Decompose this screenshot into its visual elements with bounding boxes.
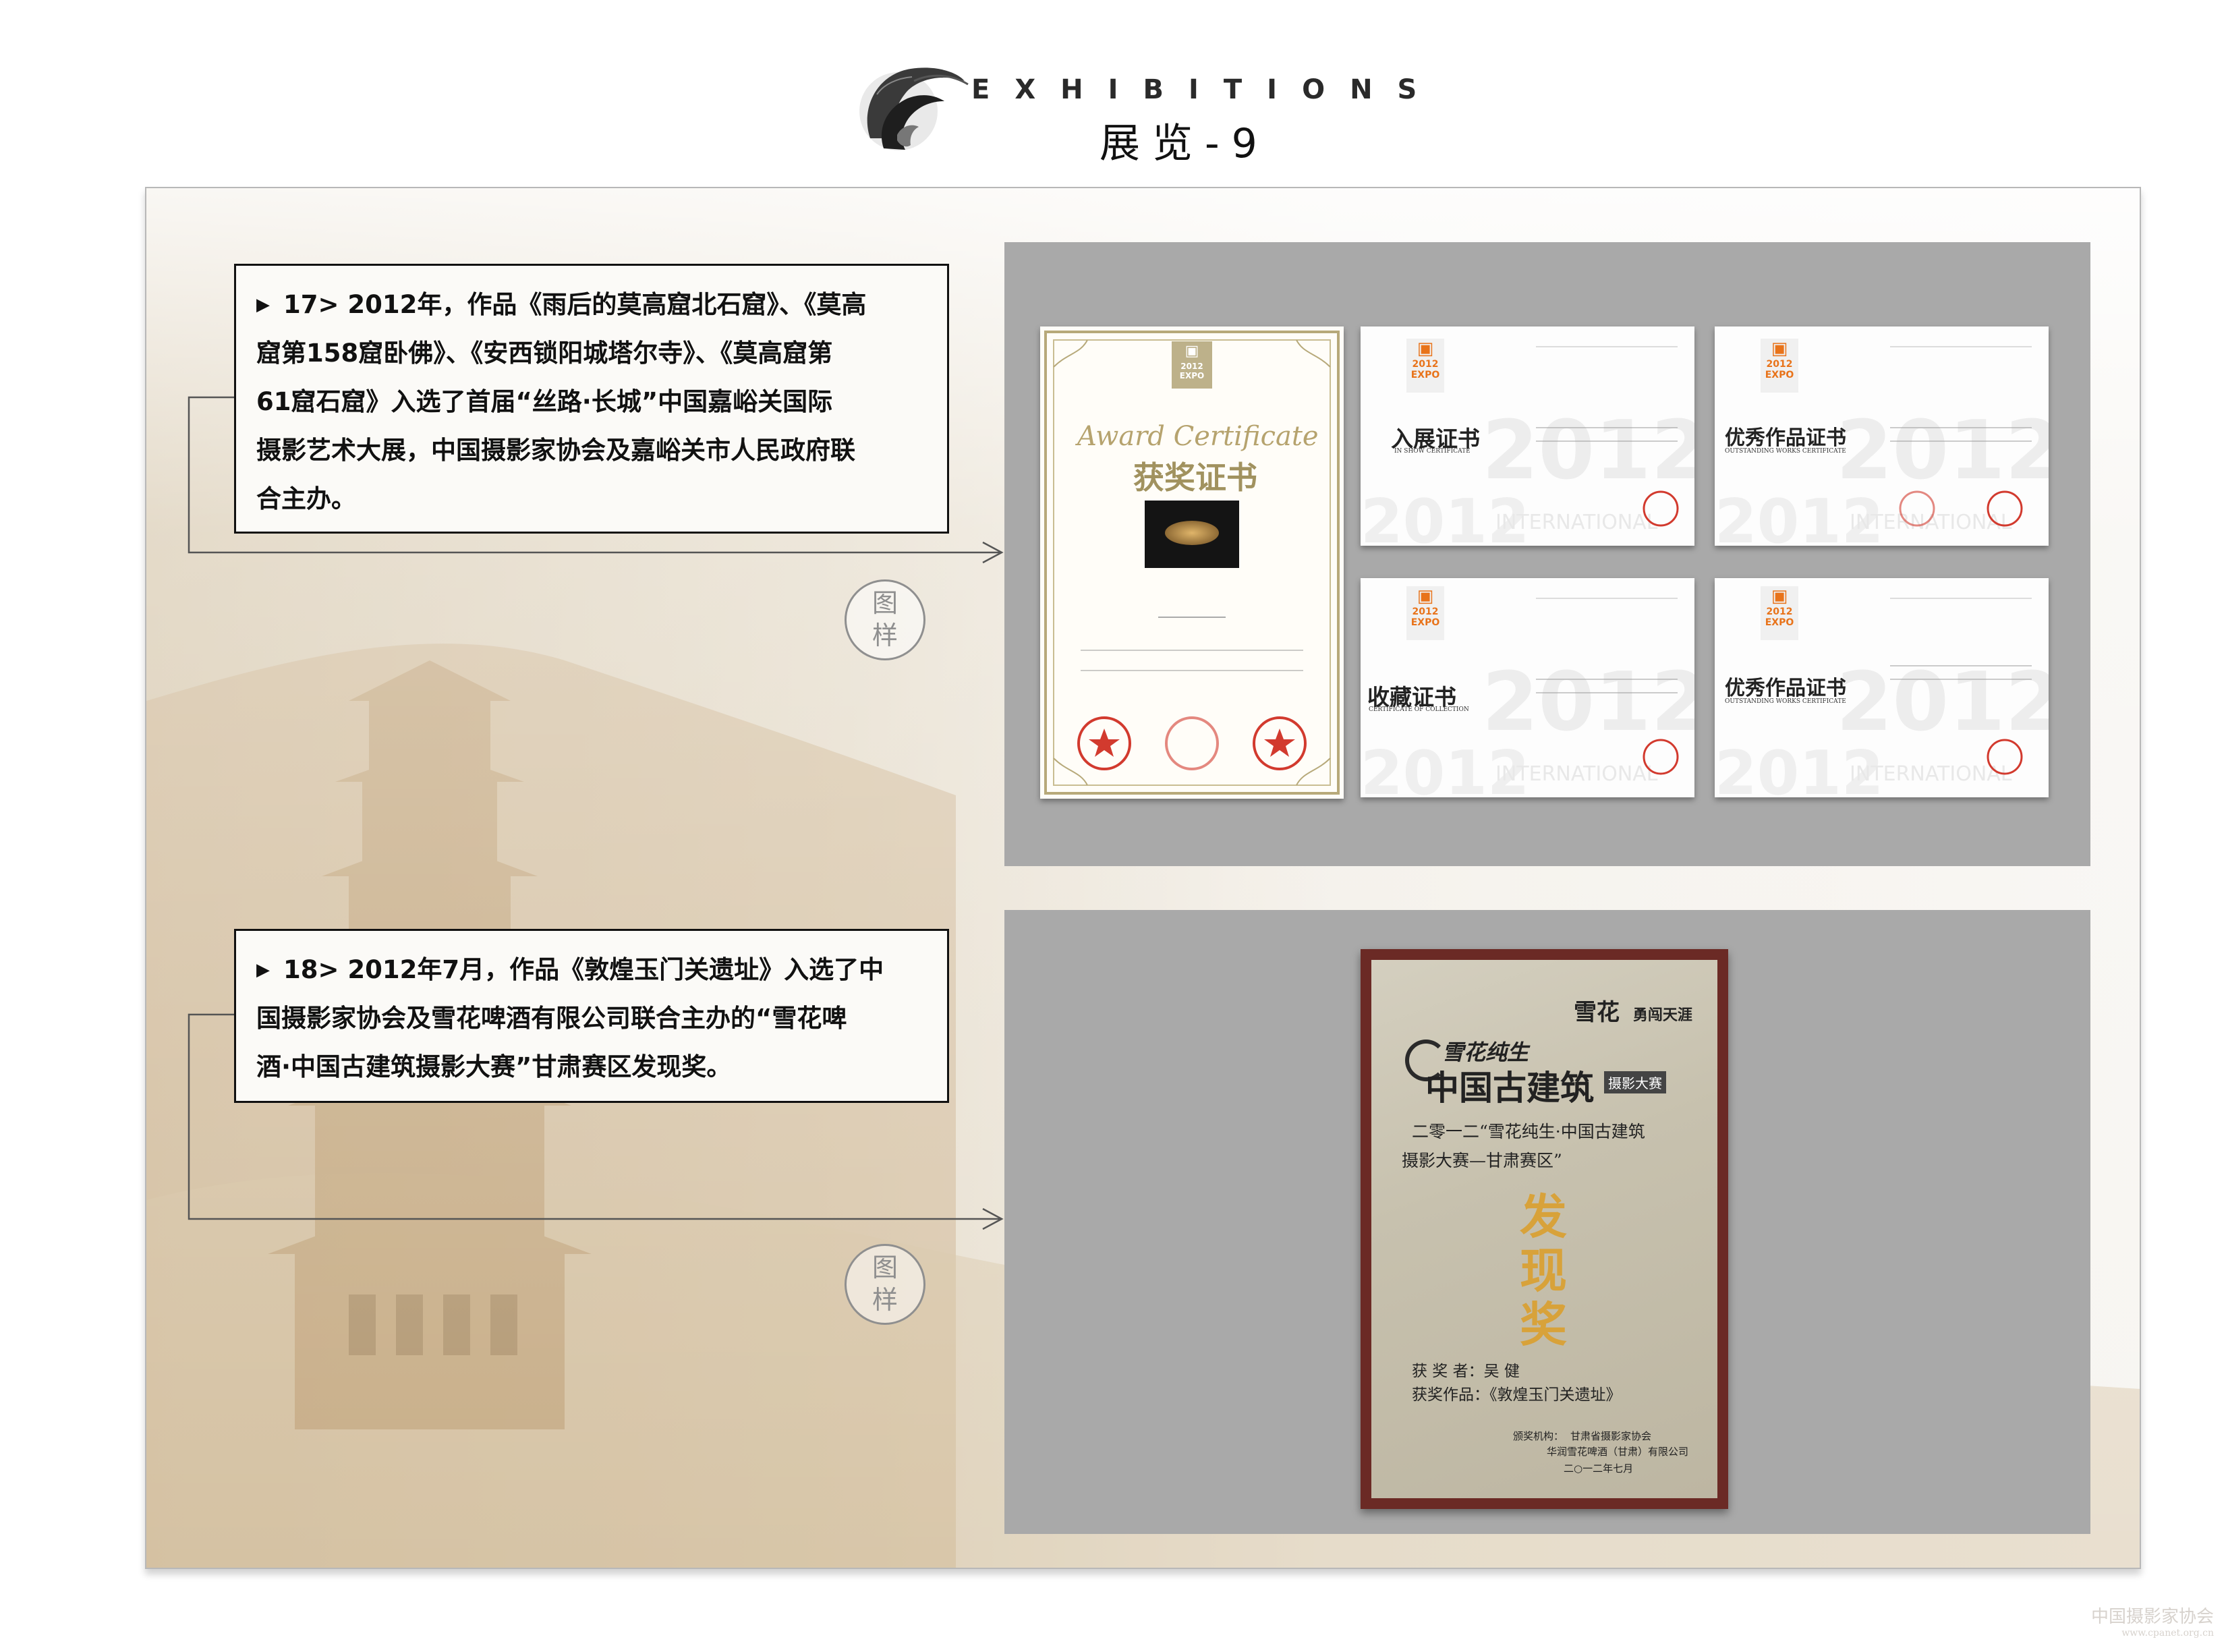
item-line: 国摄影家协会及雪花啤酒有限公司联合主办的“雪花啤 [256, 1004, 847, 1033]
item-line: 酒·中国古建筑摄影大赛”甘肃赛区发现奖。 [256, 1052, 732, 1081]
stamp-char: 图 [872, 1253, 898, 1282]
expo-year: 2012 [1766, 606, 1793, 617]
expo-logo: ▣ 2012 EXPO [1761, 586, 1798, 640]
bg-year: 2012 [1482, 404, 1694, 498]
expo-year: 2012 [1412, 359, 1439, 370]
sample-stamp-1: 图 样 [845, 579, 925, 660]
plaque-line-1: 二零一二“雪花纯生·中国古建筑 [1412, 1122, 1645, 1141]
svg-text:INTERNATIONAL: INTERNATIONAL [1495, 511, 1658, 534]
site-watermark: 中国摄影家协会 www.cpanet.org.cn [2091, 1603, 2214, 1639]
svg-text:2012: 2012 [1836, 404, 2049, 498]
cert-title: 优秀作品证书 [1725, 677, 1846, 700]
plaque-line-2: 摄影大赛—甘肃赛区” [1402, 1151, 1562, 1170]
item-line: 窟第158窟卧佛》、《安西锁阳城塔尔寺》、《莫高窟第 [256, 339, 833, 368]
bullet-triangle-icon: ▶ [256, 960, 270, 980]
certificate-outstanding-2: 2012 2012 INTERNATIONAL ▣ 2012 EXPO 优秀作品… [1715, 578, 2049, 797]
cert-subtitle: IN SHOW CERTIFICATE [1394, 448, 1471, 455]
item-line: ▶ 17> 2012年，作品《雨后的莫高窟北石窟》、《莫高 [256, 290, 867, 319]
plaque-face: 雪花 勇闯天涯 雪花纯生 中国古建筑 摄影大赛 二零一二“雪花纯生·中国古建筑 … [1371, 960, 1717, 1498]
svg-text:INTERNATIONAL: INTERNATIONAL [1850, 762, 2012, 786]
item-line: ▶ 18> 2012年7月，作品《敦煌玉门关遗址》入选了中 [256, 955, 884, 984]
page-header: EXHIBITIONS 展览-9 [857, 54, 1417, 169]
sample-stamp-2: 图 样 [845, 1244, 925, 1325]
award-script-title: Award Certificate [1077, 421, 1319, 452]
content-panel: ▶ 17> 2012年，作品《雨后的莫高窟北石窟》、《莫高 窟第158窟卧佛》、《… [145, 187, 2141, 1569]
header-title-en: EXHIBITIONS [971, 74, 1442, 105]
expo-year: 2012 [1180, 362, 1203, 371]
svg-text:INTERNATIONAL: INTERNATIONAL [1850, 511, 2012, 534]
plaque-brand: 雪花 勇闯天涯 [1574, 999, 1692, 1026]
svg-text:2012: 2012 [1482, 656, 1694, 749]
expo-word: EXPO [1410, 617, 1440, 628]
plaque-org-label: 颁奖机构： [1513, 1430, 1564, 1442]
expo-year: 2012 [1412, 606, 1439, 617]
stamp-char: 样 [872, 621, 898, 650]
plaque-logo-big: 中国古建筑 [1425, 1068, 1594, 1108]
item-line: 摄影艺术大展，中国摄影家协会及嘉峪关市人民政府联 [256, 436, 855, 465]
item-line: 61窟石窟》入选了首届“丝路·长城”中国嘉峪关国际 [256, 387, 833, 416]
certificate-outstanding-1: 2012 2012 INTERNATIONAL ▣ 2012 EXPO 优秀作品… [1715, 326, 2049, 546]
svg-text:INTERNATIONAL: INTERNATIONAL [1495, 762, 1658, 786]
expo-logo: ▣ 2012 EXPO [1172, 341, 1212, 389]
award-certificate: ▣ 2012 EXPO Award Certificate 获奖证书 [1040, 326, 1344, 799]
expo-word: EXPO [1410, 370, 1440, 380]
dunhuang-flying-apsara-logo [859, 67, 969, 150]
bullet-triangle-icon: ▶ [256, 295, 270, 315]
expo-logo: ▣ 2012 EXPO [1406, 339, 1444, 393]
cert-subtitle: OUTSTANDING WORKS CERTIFICATE [1725, 698, 1846, 705]
expo-logo: ▣ 2012 EXPO [1406, 586, 1444, 640]
header-title-cn: 展览-9 [1100, 120, 1269, 167]
plaque-award-char-3: 奖 [1520, 1297, 1567, 1352]
exhibition-item-18: ▶ 18> 2012年7月，作品《敦煌玉门关遗址》入选了中 国摄影家协会及雪花啤酒… [234, 929, 949, 1103]
expo-word: EXPO [1179, 371, 1205, 380]
expo-word: EXPO [1765, 617, 1794, 628]
svg-text:2012: 2012 [1836, 656, 2049, 749]
award-photo-thumbnail [1145, 501, 1239, 568]
cert-title: 优秀作品证书 [1725, 426, 1846, 450]
expo-year: 2012 [1766, 359, 1793, 370]
plaque-org-1: 甘肃省摄影家协会 [1570, 1430, 1652, 1442]
item-line: 合主办。 [256, 484, 356, 513]
certificate-collection: 2012 2012 INTERNATIONAL ▣ 2012 EXPO 收藏证书… [1361, 578, 1694, 797]
plaque-org-2: 华润雪花啤酒（甘肃）有限公司 [1547, 1446, 1689, 1458]
exhibition-item-17: ▶ 17> 2012年，作品《雨后的莫高窟北石窟》、《莫高 窟第158窟卧佛》、《… [234, 264, 949, 534]
stamp-char: 样 [872, 1285, 898, 1315]
plaque-work: 获奖作品：《敦煌玉门关遗址》 [1412, 1386, 1622, 1404]
cert-subtitle: CERTIFICATE OF COLLECTION [1369, 706, 1469, 713]
watermark-cn: 中国摄影家协会 [2090, 1607, 2214, 1627]
expo-word: EXPO [1765, 370, 1794, 380]
discovery-award-plaque: 雪花 勇闯天涯 雪花纯生 中国古建筑 摄影大赛 二零一二“雪花纯生·中国古建筑 … [1361, 949, 1728, 1509]
plaque-logo-tag: 摄影大赛 [1604, 1071, 1666, 1093]
award-title: 获奖证书 [1133, 459, 1257, 496]
cert-subtitle: OUTSTANDING WORKS CERTIFICATE [1725, 448, 1846, 455]
plaque-date: 二○一二年七月 [1564, 1462, 1634, 1475]
plaque-winner: 获 奖 者：吴 健 [1412, 1363, 1520, 1380]
expo-logo: ▣ 2012 EXPO [1761, 339, 1798, 393]
certificate-in-show: 2012 2012 INTERNATIONAL ▣ 2012 EXPO 入展证书… [1361, 326, 1694, 546]
watermark-url: www.cpanet.org.cn [2121, 1628, 2214, 1639]
stamp-char: 图 [872, 588, 898, 618]
